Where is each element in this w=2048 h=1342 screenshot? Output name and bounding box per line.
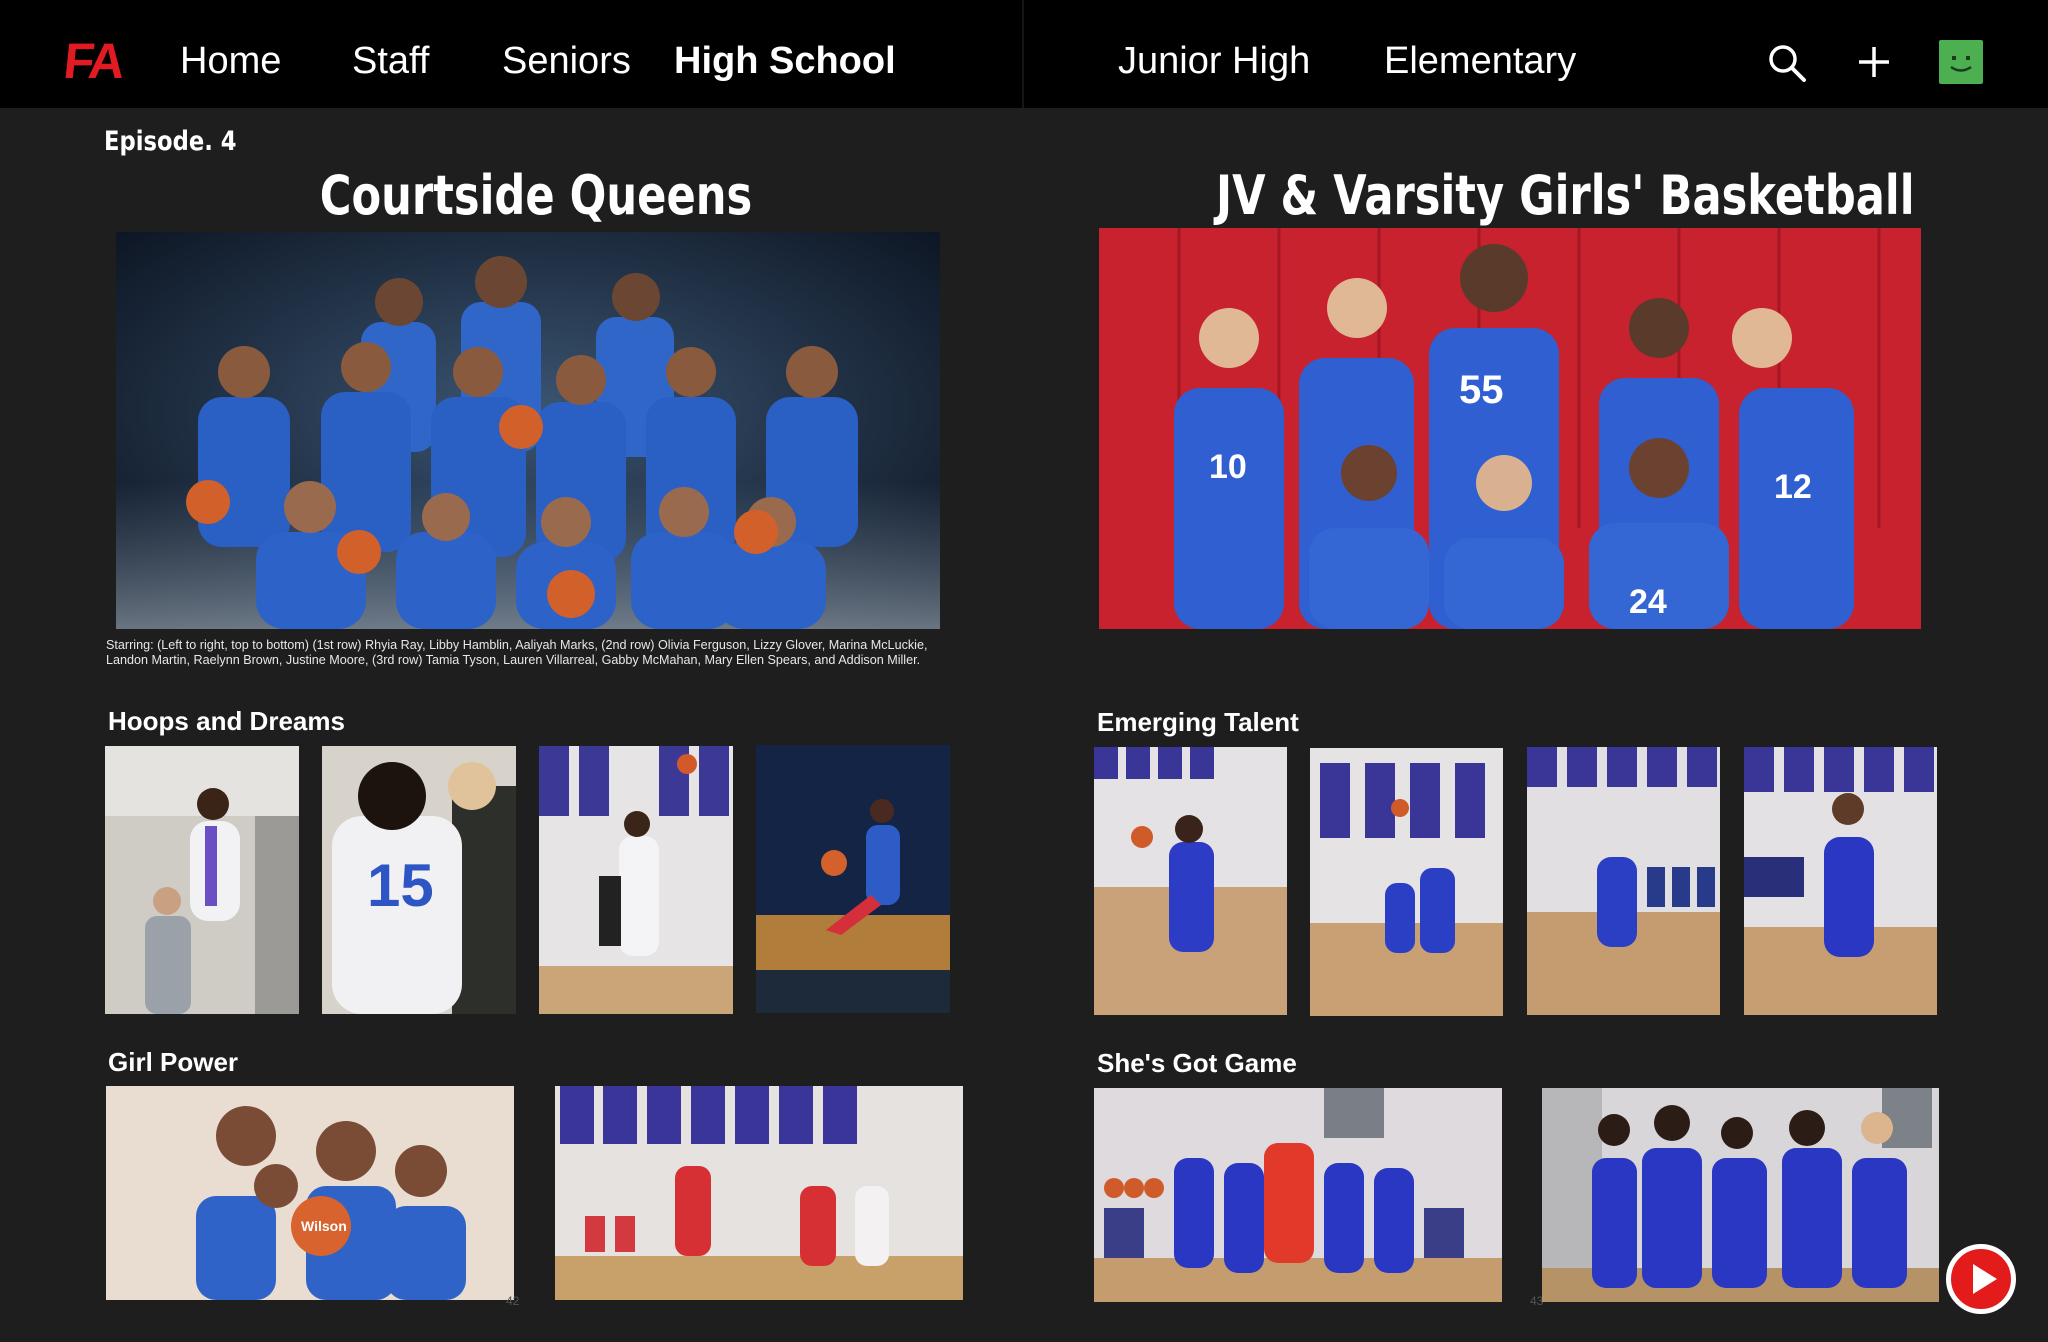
section-emerging-talent: Emerging Talent [1097, 707, 1299, 737]
emerging-photo-1 [1094, 747, 1287, 1015]
hoops-photo-3 [539, 746, 733, 1014]
left-page-number: 42 [506, 1294, 520, 1308]
caption-line-2: Landon Martin, Raelynn Brown, Justine Mo… [106, 653, 921, 667]
plus-icon[interactable] [1856, 44, 1892, 80]
shes-got-game-photo-2 [1542, 1088, 1939, 1302]
team-photo-caption: Starring: (Left to right, top to bottom)… [106, 638, 1186, 668]
search-icon[interactable] [1766, 42, 1808, 84]
svg-text:55: 55 [1459, 368, 1504, 412]
hoops-photo-2: 15 [322, 746, 516, 1014]
play-button[interactable] [1946, 1244, 2016, 1314]
top-nav-bar [0, 0, 2048, 108]
fa-logo[interactable]: FA [61, 33, 125, 89]
girl-power-photo-2 [555, 1086, 963, 1300]
svg-text:Wilson: Wilson [301, 1218, 347, 1234]
nav-item-elementary[interactable]: Elementary [1384, 38, 1576, 84]
svg-text:15: 15 [367, 852, 434, 919]
right-page-title: JV & Varsity Girls' Basketball [1216, 164, 1915, 227]
emerging-photo-3 [1527, 747, 1720, 1015]
emerging-photo-2 [1310, 748, 1503, 1016]
jv-team-photo: 10 55 12 24 [1099, 228, 1921, 629]
section-hoops-and-dreams: Hoops and Dreams [108, 706, 345, 736]
section-girl-power: Girl Power [108, 1047, 239, 1077]
nav-item-home[interactable]: Home [180, 38, 281, 84]
avatar-icon[interactable] [1939, 40, 1983, 84]
svg-text:12: 12 [1774, 468, 1812, 506]
shes-got-game-photo-1 [1094, 1088, 1502, 1302]
girl-power-photo-1: Wilson [106, 1086, 514, 1300]
episode-label: Episode. 4 [104, 126, 237, 157]
play-icon [1973, 1264, 1997, 1294]
emerging-photo-4 [1744, 747, 1937, 1015]
svg-text:24: 24 [1629, 583, 1667, 621]
nav-item-staff[interactable]: Staff [352, 38, 429, 84]
caption-line-1: Starring: (Left to right, top to bottom)… [106, 638, 928, 652]
left-page-title: Courtside Queens [319, 164, 753, 227]
section-shes-got-game: She's Got Game [1097, 1048, 1297, 1078]
spread-seam [1022, 0, 1024, 108]
nav-item-seniors[interactable]: Seniors [502, 38, 631, 84]
hoops-photo-1 [105, 746, 299, 1014]
team-photo [116, 232, 940, 629]
hoops-photo-4 [756, 745, 950, 1013]
svg-text:10: 10 [1209, 448, 1247, 486]
nav-item-junior-high[interactable]: Junior High [1118, 38, 1310, 84]
nav-item-high-school[interactable]: High School [674, 38, 896, 84]
